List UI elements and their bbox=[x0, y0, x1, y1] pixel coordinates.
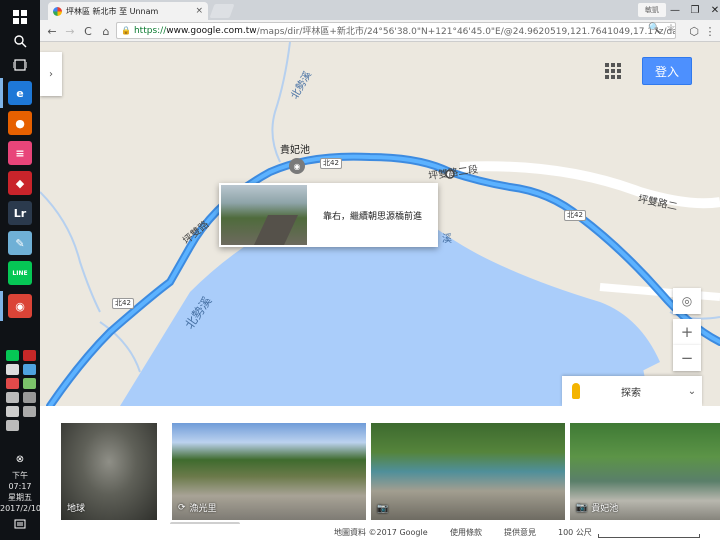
route-shield: 北42 bbox=[564, 210, 586, 221]
photo-card-yuguangli[interactable]: ⟳ 漁光里 bbox=[172, 423, 366, 520]
photo-caption: 📷 貴妃池 bbox=[576, 502, 619, 515]
photo-caption: 地球 bbox=[67, 504, 86, 514]
note-app-icon[interactable]: ✎ bbox=[8, 231, 32, 255]
poi-label[interactable]: 貴妃池 bbox=[280, 141, 310, 156]
tray-dropbox-icon[interactable] bbox=[23, 378, 36, 389]
explore-label: 探索 bbox=[621, 387, 641, 399]
pegman-icon[interactable] bbox=[572, 383, 580, 399]
tray-volume-icon[interactable] bbox=[6, 420, 19, 431]
tray-line-icon[interactable] bbox=[6, 350, 19, 361]
photo-card-river[interactable]: 📷 bbox=[371, 423, 565, 520]
map-viewport[interactable]: › 登入 貴妃池 ◉ 北勢溪 北勢溪 溪 坪雙路 坪雙路二段 坪雙路二 北42 … bbox=[40, 42, 720, 406]
stream-left bbox=[40, 191, 101, 313]
photo-caption: ⟳ 漁光里 bbox=[178, 502, 217, 515]
omnibox-actions: 🔍 ☆ bbox=[648, 23, 675, 34]
tray-onedrive-icon[interactable] bbox=[6, 392, 19, 403]
tab-close-icon[interactable]: × bbox=[195, 6, 203, 16]
chrome-icon[interactable]: ◉ bbox=[8, 294, 32, 318]
photo-card-earth[interactable]: 地球 bbox=[61, 423, 157, 520]
tray-monitor-icon[interactable] bbox=[23, 406, 36, 417]
login-button[interactable]: 登入 bbox=[642, 57, 692, 85]
reload-button[interactable]: C bbox=[80, 23, 96, 39]
action-center-icon[interactable] bbox=[0, 510, 40, 540]
camera-icon: 📷 bbox=[576, 502, 588, 513]
google-apps-icon[interactable] bbox=[605, 63, 621, 79]
tray-cloud-icon[interactable] bbox=[23, 364, 36, 375]
photo-card-guifei[interactable]: 📷 貴妃池 bbox=[570, 423, 720, 520]
url-host: www.google.com.tw bbox=[166, 25, 257, 36]
terms-link[interactable]: 使用條款 bbox=[450, 527, 482, 538]
line-icon[interactable]: LINE bbox=[8, 261, 32, 285]
edge-icon[interactable]: e bbox=[8, 81, 32, 105]
forward-button[interactable]: → bbox=[62, 23, 78, 39]
tray-pinwheel-icon[interactable] bbox=[6, 378, 19, 389]
browser-tab-strip: 坪林區 新北市 至 Unnam × 敏凱 — ❐ ✕ bbox=[40, 0, 720, 20]
lightroom-icon[interactable]: Lr bbox=[8, 201, 32, 225]
url-scheme: https:// bbox=[133, 25, 167, 36]
scale-bar bbox=[598, 534, 700, 538]
scale-label: 100 公尺 bbox=[558, 528, 592, 537]
explore-panel-header[interactable]: 探索 ⌄ bbox=[562, 376, 702, 406]
photo-strip: 地球 ⟳ 漁光里 📷 📷 貴妃池 bbox=[40, 406, 720, 527]
clock-weekday: 星期五 bbox=[8, 493, 32, 502]
tray-shield-icon[interactable] bbox=[6, 364, 19, 375]
camera-pin-icon[interactable]: ◉ bbox=[289, 158, 305, 174]
browser-tab[interactable]: 坪林區 新北市 至 Unnam × bbox=[48, 2, 208, 20]
pink-app-icon[interactable]: ≡ bbox=[8, 141, 32, 165]
browser-toolbar: ← → C ⌂ 🔒 https:// www.google.com.tw /ma… bbox=[40, 20, 720, 42]
active-app-indicator bbox=[0, 78, 3, 108]
new-tab-button[interactable] bbox=[209, 4, 235, 18]
zoom-out-button[interactable]: − bbox=[673, 345, 701, 371]
close-window-icon[interactable]: ✕ bbox=[700, 0, 720, 20]
google-maps-favicon-icon bbox=[53, 6, 62, 16]
street-view-popup[interactable]: 靠右，繼續朝思源橋前進 bbox=[219, 183, 438, 247]
chrome-menu-icon[interactable]: ⋮ bbox=[702, 23, 718, 39]
zoom-icon[interactable]: 🔍 bbox=[648, 23, 660, 34]
my-location-icon[interactable]: ◎ bbox=[673, 288, 701, 314]
camera-icon: 📷 bbox=[377, 504, 389, 514]
chevron-down-icon[interactable]: ⌄ bbox=[682, 386, 702, 397]
address-bar[interactable]: 🔒 https:// www.google.com.tw /maps/dir/坪… bbox=[116, 22, 676, 39]
secure-lock-icon: 🔒 bbox=[121, 26, 131, 35]
street-view-thumbnail[interactable] bbox=[221, 185, 307, 245]
tray-pdf-icon[interactable] bbox=[23, 350, 36, 361]
copyright-text: 地圖資料 ©2017 Google bbox=[334, 528, 428, 537]
tray-app-icon[interactable] bbox=[23, 392, 36, 403]
firefox-icon[interactable]: ● bbox=[8, 111, 32, 135]
active-app-indicator bbox=[0, 291, 3, 321]
route-shield: 北42 bbox=[320, 158, 342, 169]
red-app-icon[interactable]: ◆ bbox=[8, 171, 32, 195]
clock-time: 下午 07:17 bbox=[8, 471, 32, 491]
tray-network-icon[interactable] bbox=[6, 406, 19, 417]
system-tray bbox=[6, 350, 36, 431]
route-shield: 北42 bbox=[112, 298, 134, 309]
task-view-icon[interactable] bbox=[0, 50, 40, 80]
river-label-right: 溪 bbox=[442, 234, 452, 245]
feedback-link[interactable]: 提供意見 bbox=[504, 527, 536, 538]
home-button[interactable]: ⌂ bbox=[98, 23, 114, 39]
360-icon: ⟳ bbox=[178, 502, 186, 513]
url-path: /maps/dir/坪林區+新北市/24°56'38.0"N+121°46'45… bbox=[256, 27, 676, 37]
back-button[interactable]: ← bbox=[44, 23, 60, 39]
tab-title: 坪林區 新北市 至 Unnam bbox=[66, 6, 159, 16]
dropbox-extension-icon[interactable]: ⬡ bbox=[686, 23, 702, 39]
windows-taskbar: e ● ≡ ◆ Lr ✎ LINE ◉ ⊗ 下午 07:17 星期五 2017/… bbox=[0, 0, 41, 540]
bookmark-star-icon[interactable]: ☆ bbox=[666, 23, 675, 34]
map-footer: 地圖資料 ©2017 Google 使用條款 提供意見 100 公尺 bbox=[40, 524, 720, 540]
taskbar-clock[interactable]: 下午 07:17 星期五 2017/2/10 bbox=[0, 470, 41, 514]
stream-left-lower bbox=[99, 321, 141, 373]
zoom-in-button[interactable]: + bbox=[673, 319, 701, 345]
photo-caption: 📷 bbox=[377, 504, 392, 514]
popup-direction-text: 靠右，繼續朝思源橋前進 bbox=[322, 211, 422, 222]
sidebar-toggle-button[interactable]: › bbox=[40, 52, 62, 96]
